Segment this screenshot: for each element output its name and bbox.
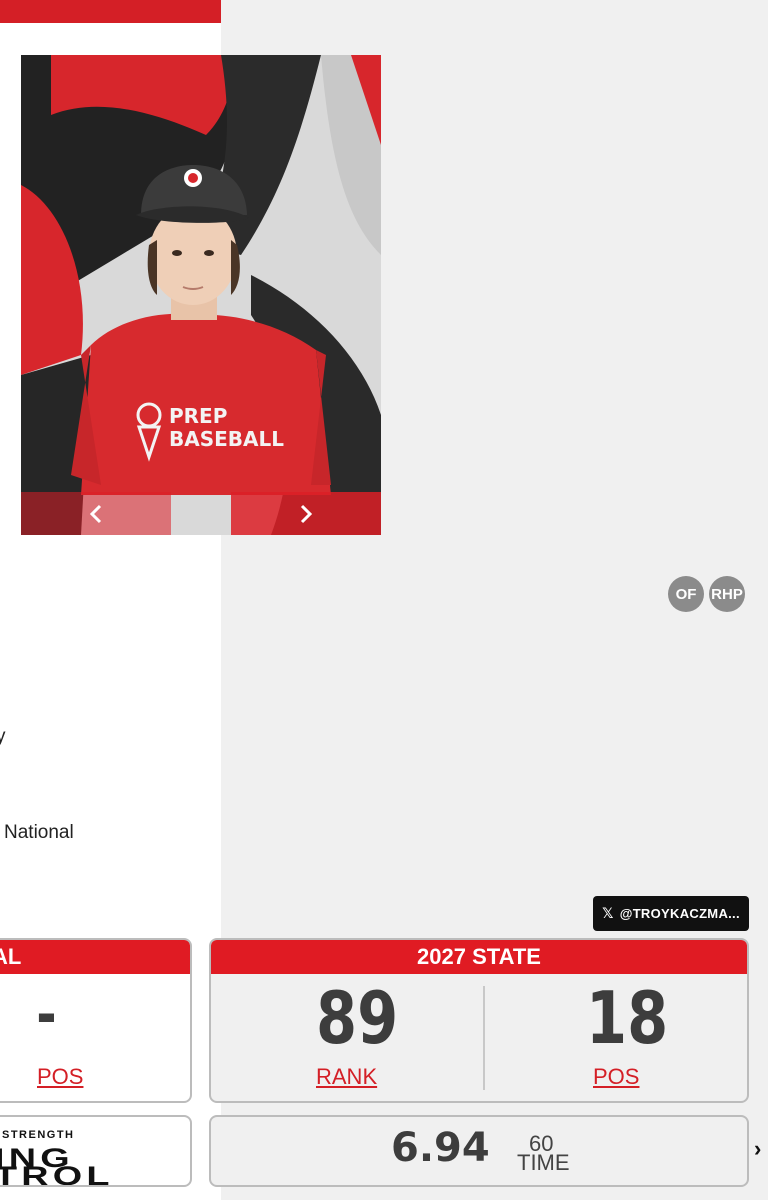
national-card-title: AL [0,940,190,974]
strength-label: STRENGTH [2,1129,75,1141]
strength-card: STRENGTH ING TROL [0,1115,192,1187]
state-rank-link[interactable]: RANK [316,1064,377,1090]
strength-word-2: TROL [0,1161,114,1187]
carousel-prev-button[interactable] [21,492,171,535]
state-pos-link[interactable]: POS [593,1064,639,1090]
card-divider [483,986,485,1090]
chevron-left-icon [89,504,102,523]
state-pos-value: 18 [586,976,669,1060]
national-ranking-card: AL - POS [0,938,192,1103]
sixty-time-card: 6.94 60 TIME [209,1115,749,1187]
twitter-handle-badge[interactable]: 𝕏 @TROYKACZMA... [593,896,749,931]
position-chip-of: OF [668,576,704,612]
state-ranking-card: 2027 STATE 89 RANK 18 POS [209,938,749,1103]
national-pos-link[interactable]: POS [37,1064,83,1090]
position-chip-rhp: RHP [709,576,745,612]
chevron-right-icon[interactable]: › [754,1136,761,1162]
x-logo-icon: 𝕏 [602,905,614,921]
info-national-text: National [4,822,74,843]
sixty-time-label-bottom: TIME [517,1150,570,1175]
state-card-title: 2027 STATE [211,940,747,974]
shirt-text-prep: PREP [169,404,227,428]
chevron-right-icon [300,504,313,523]
carousel-next-button[interactable] [231,492,381,535]
top-accent-bar [0,0,221,23]
national-pos-value: - [36,980,57,1050]
sixty-time-value: 6.94 [391,1125,490,1171]
player-photo: PREP BASEBALL [21,55,381,535]
player-photo-carousel: PREP BASEBALL [21,55,381,535]
twitter-handle-text: @TROYKACZMA... [619,906,740,921]
state-rank-value: 89 [316,976,399,1060]
info-partial-text: y [0,726,6,747]
shirt-text-baseball: BASEBALL [169,427,284,451]
